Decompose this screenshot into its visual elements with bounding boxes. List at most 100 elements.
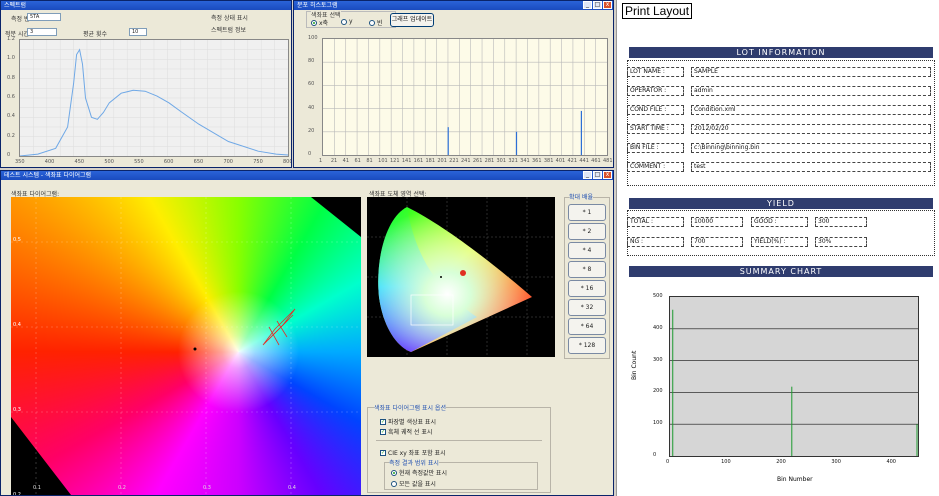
status-label: 측정 상태 표시 bbox=[211, 15, 248, 22]
summary-x-tick: 0 bbox=[666, 459, 670, 465]
radio-bin[interactable]: 빈 bbox=[369, 18, 383, 27]
lot-info-header: LOT INFORMATION bbox=[629, 47, 933, 58]
lot-row-key: COMMENT : bbox=[627, 162, 684, 172]
maximize-button[interactable]: □ bbox=[593, 1, 602, 9]
histogram-x-tick: 361 bbox=[532, 158, 542, 164]
field-value-2[interactable]: 3 bbox=[27, 28, 57, 36]
lot-row-key: OPERATOR : bbox=[627, 86, 684, 96]
radio-current-indicator bbox=[391, 469, 397, 476]
summary-x-tick: 400 bbox=[886, 459, 896, 465]
radio-current-label: 현재 측정값만 표시 bbox=[399, 470, 447, 477]
radio-bin-indicator bbox=[369, 19, 375, 26]
spectrum-x-tick: 350 bbox=[15, 159, 25, 165]
lot-row-key: START TIME : bbox=[627, 124, 684, 134]
summary-chart-header: SUMMARY CHART bbox=[629, 266, 933, 277]
zoom-8-button[interactable]: * 8 bbox=[568, 261, 606, 278]
summary-x-tick: 200 bbox=[776, 459, 786, 465]
option-wavelength-table[interactable]: ✓ 파장별 색상표 표시 bbox=[380, 417, 436, 426]
chroma-title-bar[interactable]: 테스트 시스템 - 색좌표 다이어그램 _ □ x bbox=[1, 171, 613, 180]
radio-all-label: 모든 값을 표시 bbox=[399, 481, 436, 488]
zoom-16-button[interactable]: * 16 bbox=[568, 280, 606, 297]
info-label: 스펙트럼 정보 bbox=[211, 27, 247, 34]
zoom-group: 확대 배율 * 1 * 2 * 4 * 8 * 16 * 32 * 64 * 1… bbox=[564, 192, 610, 359]
histogram-x-tick: 221 bbox=[449, 158, 459, 164]
summary-y-tick: 400 bbox=[653, 324, 663, 331]
cie-measure-point bbox=[460, 270, 466, 276]
update-graph-button[interactable]: 그래프 업데이트 bbox=[390, 13, 434, 27]
zoom-128-button[interactable]: * 128 bbox=[568, 337, 606, 354]
chroma-close-button[interactable]: x bbox=[603, 171, 612, 179]
histogram-x-tick: 141 bbox=[401, 158, 412, 164]
histogram-x-tick: 61 bbox=[354, 158, 361, 164]
histogram-x-tick: 21 bbox=[330, 158, 338, 164]
yield-key: TOTAL : bbox=[627, 217, 684, 227]
histogram-title-bar[interactable]: 분포 히스토그램 _ □ x bbox=[294, 1, 613, 10]
radio-show-all[interactable]: 모든 값을 표시 bbox=[391, 479, 436, 488]
histogram-x-tick: 421 bbox=[567, 158, 578, 164]
histogram-y-tick: 100 bbox=[308, 35, 318, 41]
histogram-x-tick: 341 bbox=[520, 158, 530, 164]
option-wavelength-check: ✓ bbox=[380, 418, 386, 425]
options-divider bbox=[376, 440, 542, 441]
chroma-y-tick: 0.4 bbox=[13, 322, 21, 328]
spectrum-y-tick: 0.8 bbox=[7, 74, 15, 81]
histogram-window: 분포 히스토그램 _ □ x 색좌표 선택 x축 y 빈 그래프 업데이트 100 8… bbox=[293, 0, 614, 168]
option-cie-coordinates[interactable]: ✓ CIE xy 좌표 포함 표시 bbox=[380, 448, 446, 457]
result-range-label: 측정 결과 범위 표시 bbox=[389, 458, 439, 467]
spectrum-window: 스펙트럼 측정 번호 5TA 적분 시간 3 평균 횟수 10 측정 상태 표시… bbox=[0, 0, 292, 168]
radio-current-only[interactable]: 현재 측정값만 표시 bbox=[391, 468, 447, 477]
minimize-button[interactable]: _ bbox=[583, 1, 592, 9]
lot-row-value: admin bbox=[691, 86, 931, 96]
histogram-x-tick: 461 bbox=[591, 158, 601, 164]
chroma-maximize-button[interactable]: □ bbox=[593, 171, 602, 179]
summary-chart bbox=[670, 309, 918, 456]
yield-key: GOOD : bbox=[751, 217, 808, 227]
spectrum-x-tick: 400 bbox=[44, 159, 55, 165]
histogram-y-tick: 0 bbox=[308, 151, 312, 157]
chroma-minimize-button[interactable]: _ bbox=[583, 171, 592, 179]
print-layout-title: Print Layout bbox=[622, 3, 692, 19]
chroma-diagram-large[interactable]: 0.50.40.30.20.10.20.30.40.5 bbox=[11, 197, 361, 495]
zoom-1-button[interactable]: * 1 bbox=[568, 204, 606, 221]
radio-x[interactable]: x축 bbox=[311, 18, 328, 27]
chroma-y-tick: 0.5 bbox=[13, 237, 21, 243]
summary-y-tick: 200 bbox=[653, 388, 663, 395]
chroma-window: 테스트 시스템 - 색좌표 다이어그램 _ □ x 색좌표 다이어그램: 색좌표 도… bbox=[0, 170, 614, 496]
summary-ylabel: Bin Count bbox=[631, 350, 638, 380]
zoom-32-button[interactable]: * 32 bbox=[568, 299, 606, 316]
lot-row-key: LOT NAME : bbox=[627, 67, 684, 77]
spectrum-y-tick: 0 bbox=[7, 152, 11, 158]
chroma-x-tick: 0.4 bbox=[288, 485, 296, 491]
radio-y[interactable]: y bbox=[341, 18, 353, 25]
cie-diagram-small[interactable] bbox=[367, 197, 555, 357]
option-blackbody-locus[interactable]: ✓ 흑체 궤적 선 표시 bbox=[380, 427, 432, 436]
black-corner-top-right bbox=[311, 197, 361, 237]
histogram-x-tick: 201 bbox=[437, 158, 447, 164]
zoom-64-button[interactable]: * 64 bbox=[568, 318, 606, 335]
close-button[interactable]: x bbox=[603, 1, 612, 9]
spectrum-title-bar[interactable]: 스펙트럼 bbox=[1, 1, 291, 10]
zoom-2-button[interactable]: * 2 bbox=[568, 223, 606, 240]
option-blackbody-check: ✓ bbox=[380, 428, 386, 435]
result-range-group: 측정 결과 범위 표시 현재 측정값만 표시 모든 값을 표시 bbox=[384, 458, 538, 490]
color-select-group: 색좌표 선택 x축 y 빈 bbox=[306, 10, 396, 28]
option-cie-check: ✓ bbox=[380, 449, 386, 456]
spectrum-x-tick: 750 bbox=[253, 159, 263, 165]
field-value-3[interactable]: 10 bbox=[129, 28, 147, 36]
chroma-x-tick: 0.1 bbox=[33, 485, 41, 491]
summary-y-tick: 300 bbox=[653, 356, 663, 363]
histogram-x-tick: 121 bbox=[390, 158, 400, 164]
histogram-x-tick: 1 bbox=[319, 158, 323, 164]
lot-row-value: 2012/02/20 bbox=[691, 124, 931, 134]
histogram-x-tick: 161 bbox=[413, 158, 424, 164]
zoom-4-button[interactable]: * 4 bbox=[568, 242, 606, 259]
summary-xlabel: Bin Number bbox=[777, 476, 813, 483]
spectrum-y-tick: 0.4 bbox=[7, 113, 15, 120]
radio-x-label: x축 bbox=[319, 20, 329, 27]
histogram-y-tick: 80 bbox=[308, 58, 315, 65]
option-cie-label: CIE xy 좌표 포함 표시 bbox=[388, 450, 446, 457]
field-value-1[interactable]: 5TA bbox=[27, 13, 61, 21]
chroma-overlay bbox=[11, 197, 361, 495]
histogram-plot-area bbox=[322, 38, 608, 156]
lot-row-key: COND FILE : bbox=[627, 105, 684, 115]
